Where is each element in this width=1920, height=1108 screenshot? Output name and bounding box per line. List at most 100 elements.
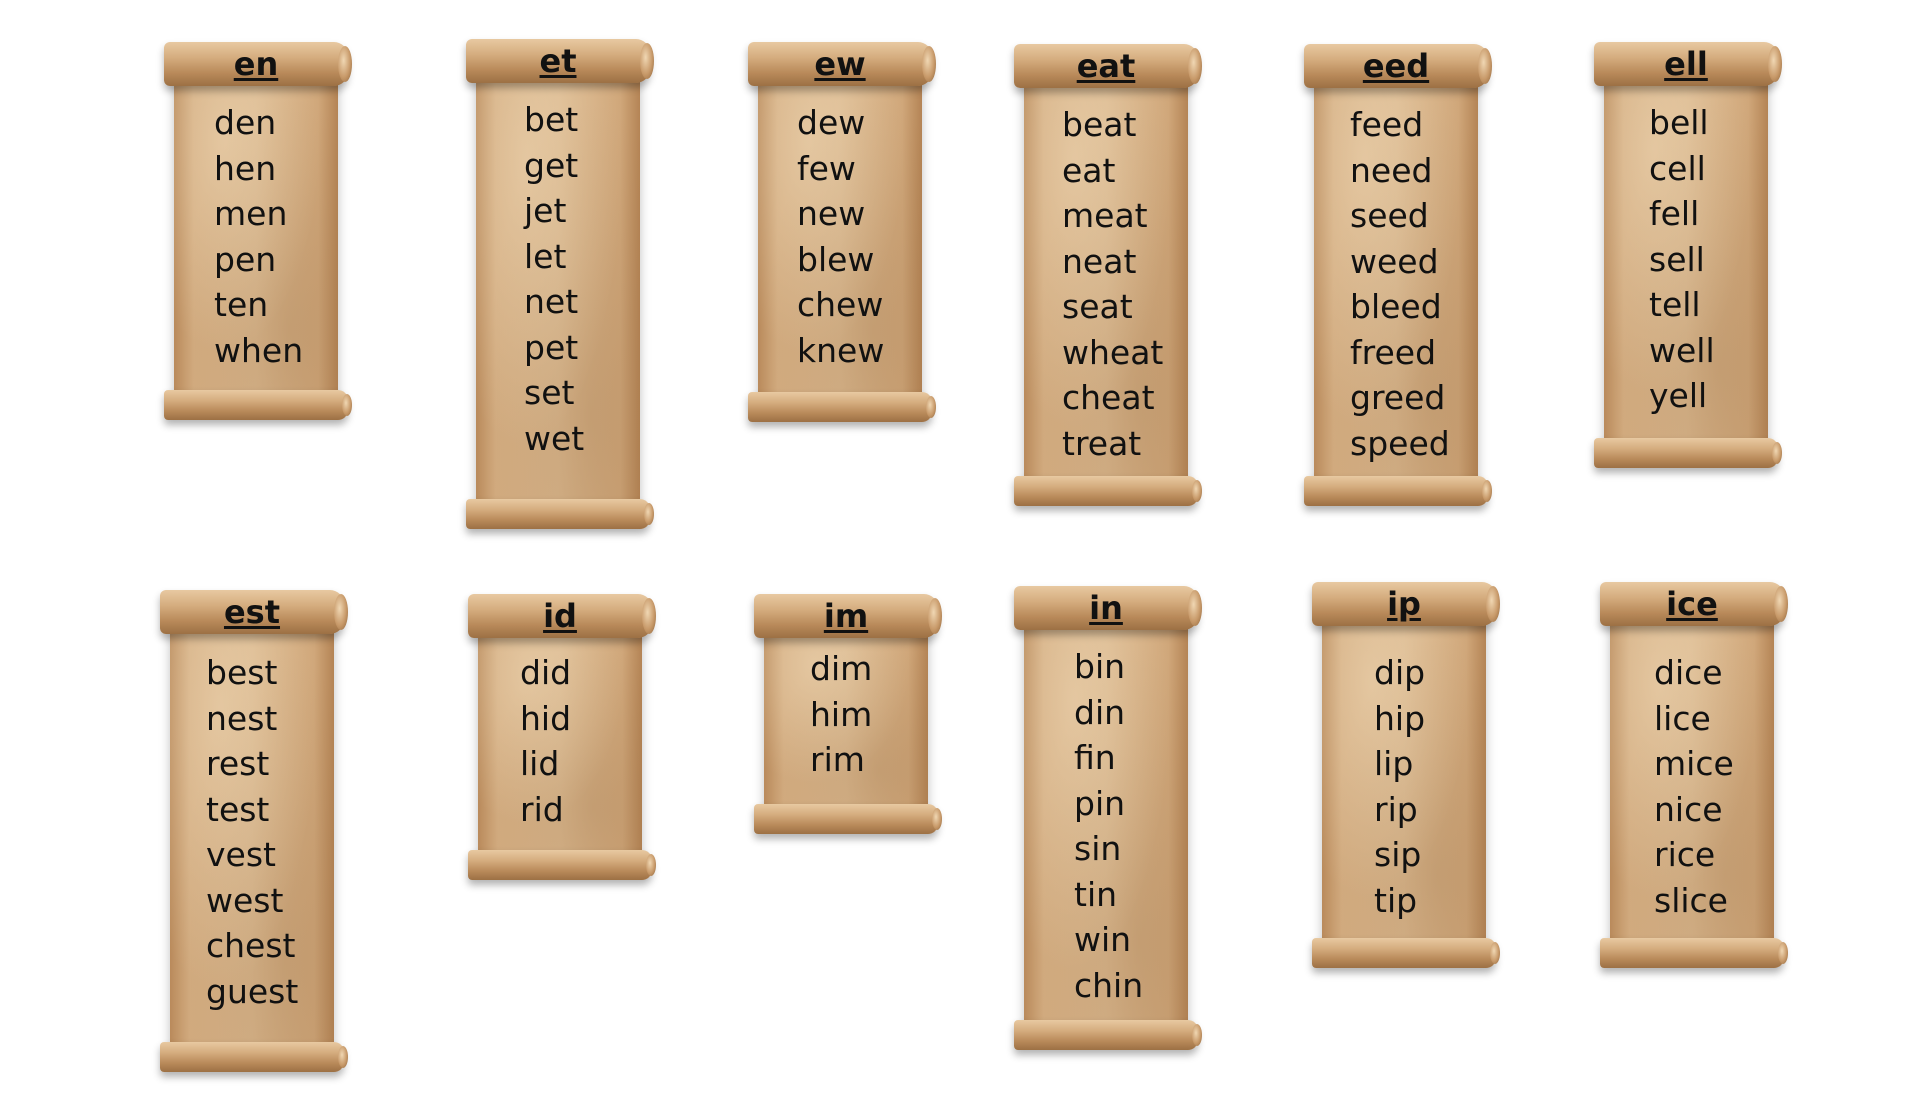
- word-list: dip hip lip rip sip tip: [1374, 650, 1425, 923]
- word-list: bet get jet let net pet set wet: [524, 97, 584, 461]
- word: feed: [1350, 105, 1424, 144]
- word: hip: [1374, 698, 1426, 738]
- scroll-bottom-roll: [160, 1042, 348, 1072]
- word: seed: [1350, 196, 1429, 235]
- word: well: [1649, 330, 1715, 370]
- word: chest: [206, 926, 296, 965]
- word: win: [1074, 920, 1132, 959]
- word: tip: [1374, 880, 1418, 920]
- word-list: bin din fin pin sin tin win chin: [1074, 644, 1143, 1008]
- scroll-title: en: [233, 45, 279, 83]
- word: fell: [1649, 194, 1700, 233]
- word: fin: [1074, 738, 1116, 777]
- word: tell: [1649, 285, 1701, 324]
- word: rice: [1654, 835, 1716, 874]
- word: bell: [1649, 103, 1709, 142]
- word: rest: [206, 744, 270, 783]
- word: lid: [520, 744, 560, 783]
- scroll-bottom-roll: [468, 850, 656, 880]
- word-list: dice lice mice nice rice slice: [1654, 650, 1734, 923]
- word-list: feed need seed weed bleed freed greed sp…: [1350, 102, 1450, 466]
- word: din: [1074, 692, 1126, 732]
- word: chew: [797, 285, 884, 324]
- scroll-title: eat: [1076, 47, 1136, 85]
- word: dice: [1654, 653, 1723, 692]
- word-scroll-est: est best nest rest test vest west chest …: [160, 590, 348, 1072]
- word: dim: [810, 649, 873, 688]
- word: treat: [1062, 423, 1142, 463]
- word: best: [206, 653, 278, 692]
- word: jet: [524, 191, 567, 230]
- word: test: [206, 789, 270, 829]
- word: bleed: [1350, 287, 1442, 326]
- word: lice: [1654, 698, 1711, 738]
- word: pin: [1074, 783, 1126, 823]
- scroll-title: id: [543, 597, 577, 635]
- scroll-title: et: [539, 42, 577, 80]
- word-scroll-ice: ice dice lice mice nice rice slice: [1600, 582, 1788, 968]
- word-list: bell cell fell sell tell well yell: [1649, 100, 1715, 419]
- word: meat: [1062, 196, 1148, 235]
- scroll-bottom-roll: [1312, 938, 1500, 968]
- scroll-bottom-roll: [1600, 938, 1788, 968]
- word: him: [810, 694, 873, 734]
- scroll-bottom-roll: [1594, 438, 1782, 468]
- word-list: beat eat meat neat seat wheat cheat trea…: [1062, 102, 1163, 466]
- scroll-bottom-roll: [754, 804, 942, 834]
- word: get: [524, 145, 579, 185]
- word: neat: [1062, 241, 1137, 281]
- word: pen: [214, 239, 277, 279]
- word: bet: [524, 100, 579, 139]
- word-scroll-id: id did hid lid rid: [468, 594, 656, 880]
- word-scroll-eat: eat beat eat meat neat seat wheat cheat …: [1014, 44, 1202, 506]
- scroll-title: est: [223, 593, 281, 631]
- word: slice: [1654, 880, 1728, 920]
- word: new: [797, 194, 866, 233]
- word: wet: [524, 418, 585, 458]
- word-list: dew few new blew chew knew: [797, 100, 884, 373]
- word-list: dim him rim: [810, 646, 872, 783]
- word: freed: [1350, 332, 1437, 372]
- word: yell: [1649, 376, 1708, 415]
- word-scroll-im: im dim him rim: [754, 594, 942, 834]
- word: ten: [214, 285, 269, 324]
- word: seat: [1062, 287, 1133, 326]
- scroll-title: ip: [1387, 585, 1421, 623]
- word: nice: [1654, 789, 1723, 829]
- word: beat: [1062, 105, 1137, 144]
- word: dip: [1374, 653, 1426, 692]
- word: mice: [1654, 744, 1734, 783]
- scroll-title: eed: [1362, 47, 1430, 85]
- word: set: [524, 373, 575, 412]
- word: bin: [1074, 647, 1126, 686]
- word-scroll-ell: ell bell cell fell sell tell well yell: [1594, 42, 1782, 468]
- word-list: den hen men pen ten when: [214, 100, 303, 373]
- scroll-title: ice: [1666, 585, 1718, 623]
- scroll-bottom-roll: [466, 499, 654, 529]
- word: guest: [206, 971, 299, 1011]
- word-scroll-en: en den hen men pen ten when: [164, 42, 352, 420]
- word: den: [214, 103, 277, 142]
- word: few: [797, 148, 856, 188]
- word: west: [206, 880, 284, 920]
- word: knew: [797, 330, 885, 370]
- word: nest: [206, 698, 278, 738]
- word: lip: [1374, 744, 1414, 783]
- word: sin: [1074, 829, 1122, 868]
- scroll-title: ew: [814, 45, 866, 83]
- word: sell: [1649, 239, 1705, 279]
- word: men: [214, 194, 288, 233]
- word: weed: [1350, 241, 1439, 281]
- word: blew: [797, 239, 875, 279]
- word: rip: [1374, 789, 1418, 829]
- scroll-bottom-roll: [164, 390, 352, 420]
- word: let: [524, 236, 567, 276]
- word: chin: [1074, 965, 1144, 1005]
- scroll-title: im: [823, 597, 869, 635]
- scroll-bottom-roll: [1014, 476, 1202, 506]
- word: hid: [520, 698, 572, 738]
- scroll-title: in: [1089, 589, 1123, 627]
- scroll-bottom-roll: [1304, 476, 1492, 506]
- word: when: [214, 330, 304, 370]
- word: net: [524, 282, 579, 321]
